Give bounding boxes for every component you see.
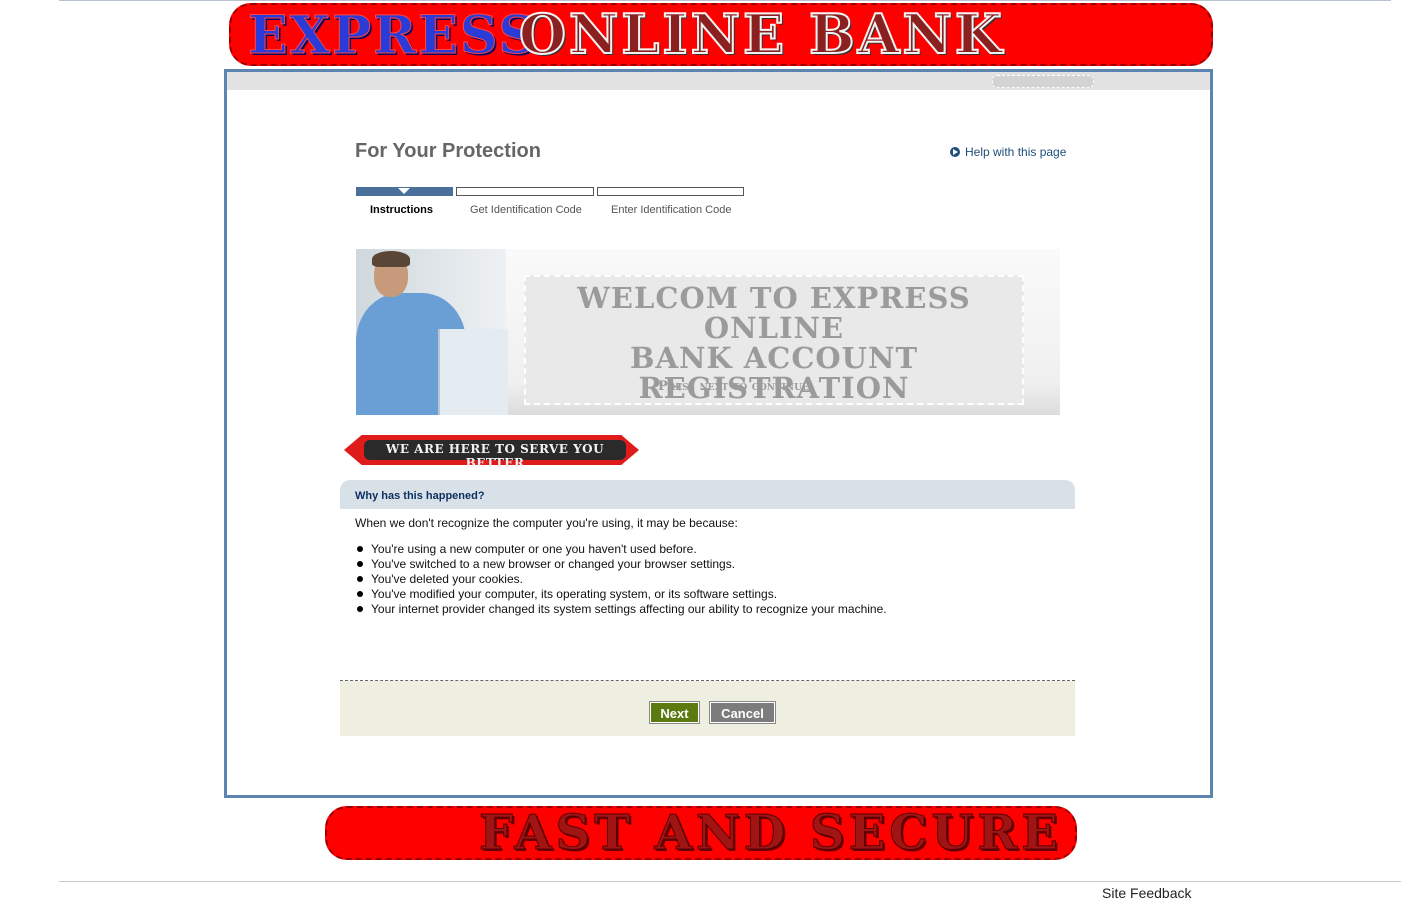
welcome-line-1: WELCOM TO EXPRESS ONLINE (577, 281, 971, 345)
page-title: For Your Protection (355, 140, 541, 162)
welcome-subtext: Press next to continue (658, 379, 809, 394)
list-item: You're using a new computer or one you h… (356, 542, 887, 557)
step-bar-instructions (356, 187, 453, 196)
next-button[interactable]: Next (649, 701, 700, 724)
step-label-instructions: Instructions (370, 204, 433, 216)
arrow-circle-icon (950, 147, 960, 157)
step-label-enter-code: Enter Identification Code (611, 204, 732, 216)
banner-online-bank-text: ONLINE BANK (518, 3, 1005, 66)
fast-and-secure-text: FAST AND SECURE (479, 806, 1062, 860)
step-label-get-code: Get Identification Code (470, 204, 582, 216)
welcome-hero-image: WELCOM TO EXPRESS ONLINE BANK ACCOUNT RE… (356, 249, 1060, 415)
button-bar (340, 681, 1075, 736)
why-intro-text: When we don't recognize the computer you… (355, 516, 738, 530)
serve-banner: WE ARE HERE TO SERVE YOU BETTER (344, 433, 639, 470)
footer-banner: FAST AND SECURE (325, 806, 1077, 860)
top-gray-bar (227, 72, 1210, 90)
laptop-icon (438, 329, 508, 415)
help-link[interactable]: Help with this page (950, 145, 1066, 159)
gray-tab (992, 75, 1094, 88)
why-section-title: Why has this happened? (355, 490, 485, 502)
why-section-header: Why has this happened? (340, 480, 1075, 509)
welcome-text-box: WELCOM TO EXPRESS ONLINE BANK ACCOUNT RE… (524, 275, 1024, 405)
step-bar-enter-code (597, 187, 744, 196)
help-link-label: Help with this page (965, 145, 1067, 159)
list-item: You've deleted your cookies. (356, 572, 887, 587)
site-feedback-link[interactable]: Site Feedback (1102, 885, 1192, 901)
bottom-divider (59, 881, 1401, 882)
list-item: Your internet provider changed its syste… (356, 602, 887, 617)
cancel-button[interactable]: Cancel (709, 701, 776, 724)
person-hair (372, 251, 410, 267)
banner-express-text: EXPRESS (248, 5, 538, 66)
list-item: You've switched to a new browser or chan… (356, 557, 887, 572)
list-item: You've modified your computer, its opera… (356, 587, 887, 602)
reasons-list: You're using a new computer or one you h… (356, 542, 887, 617)
serve-banner-text: WE ARE HERE TO SERVE YOU BETTER (385, 442, 605, 470)
step-bar-get-code (456, 187, 594, 196)
welcome-line-2: BANK ACCOUNT (629, 341, 919, 375)
top-divider (59, 0, 1391, 1)
header-banner: EXPRESS ONLINE BANK (229, 3, 1213, 66)
current-step-triangle-icon (398, 188, 410, 194)
man-at-laptop-photo (356, 249, 508, 415)
